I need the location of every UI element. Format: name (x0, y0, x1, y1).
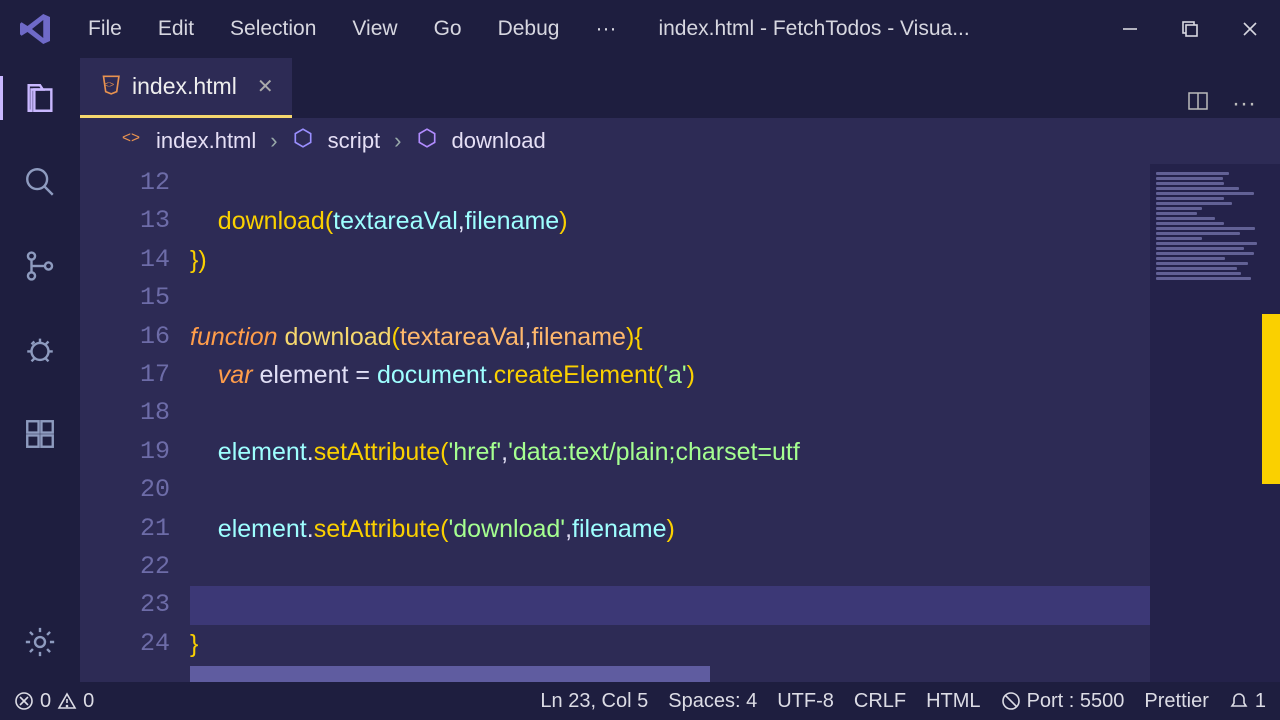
activity-bar (0, 58, 80, 682)
status-cursor[interactable]: Ln 23, Col 5 (540, 690, 648, 713)
menu-bar: FileEditSelectionViewGoDebug (70, 17, 577, 41)
tab-index-html[interactable]: <> index.html ✕ (80, 58, 292, 118)
minimize-button[interactable] (1100, 0, 1160, 58)
minimap[interactable] (1150, 164, 1280, 682)
html-file-icon: <> (120, 127, 142, 155)
menu-overflow-icon[interactable]: ··· (577, 17, 634, 41)
minimap-highlight (1262, 314, 1280, 484)
code-area[interactable]: download(textareaVal,filename)})function… (190, 164, 1150, 682)
line-gutter: 12131415161718192021222324 (80, 164, 190, 682)
tab-label: index.html (132, 73, 237, 100)
status-bar: 0 0 Ln 23, Col 5 Spaces: 4 UTF-8 CRLF HT… (0, 682, 1280, 720)
debug-icon[interactable] (18, 328, 62, 372)
menu-selection[interactable]: Selection (212, 17, 334, 41)
menu-file[interactable]: File (70, 17, 140, 41)
settings-gear-icon[interactable] (18, 620, 62, 664)
editor[interactable]: 12131415161718192021222324 download(text… (80, 164, 1280, 682)
main-pane: <> index.html ✕ ··· <> index.html › scri… (0, 58, 1280, 682)
editor-column: <> index.html ✕ ··· <> index.html › scri… (80, 58, 1280, 682)
status-formatter[interactable]: Prettier (1144, 690, 1208, 713)
window-controls (1100, 0, 1280, 58)
breadcrumb-file[interactable]: index.html (156, 128, 256, 154)
scrollbar-thumb[interactable] (190, 666, 710, 682)
source-control-icon[interactable] (18, 244, 62, 288)
tabs-row: <> index.html ✕ ··· (80, 58, 1280, 118)
status-liveserver[interactable]: Port : 5500 (1001, 690, 1125, 713)
search-icon[interactable] (18, 160, 62, 204)
split-editor-icon[interactable] (1186, 89, 1210, 118)
function-icon (416, 127, 438, 155)
close-icon[interactable]: ✕ (257, 74, 274, 99)
menu-view[interactable]: View (334, 17, 415, 41)
breadcrumb-seg2[interactable]: download (452, 128, 546, 154)
status-encoding[interactable]: UTF-8 (777, 690, 834, 713)
status-notifications[interactable]: 1 (1229, 690, 1266, 713)
more-actions-icon[interactable]: ··· (1232, 90, 1256, 118)
window-title: index.html - FetchTodos - Visua... (634, 17, 1100, 41)
horizontal-scrollbar[interactable] (190, 666, 1150, 682)
explorer-icon[interactable] (18, 76, 62, 120)
status-problems[interactable]: 0 0 (14, 690, 94, 713)
status-indent[interactable]: Spaces: 4 (668, 690, 757, 713)
menu-debug[interactable]: Debug (480, 17, 578, 41)
breadcrumb-seg1[interactable]: script (328, 128, 381, 154)
menu-go[interactable]: Go (416, 17, 480, 41)
title-bar: FileEditSelectionViewGoDebug ··· index.h… (0, 0, 1280, 58)
svg-text:<>: <> (122, 129, 140, 146)
html-file-icon: <> (98, 73, 120, 100)
menu-edit[interactable]: Edit (140, 17, 212, 41)
extensions-icon[interactable] (18, 412, 62, 456)
breadcrumb[interactable]: <> index.html › script › download (80, 118, 1280, 164)
maximize-button[interactable] (1160, 0, 1220, 58)
status-eol[interactable]: CRLF (854, 690, 906, 713)
svg-text:<>: <> (104, 79, 114, 89)
close-button[interactable] (1220, 0, 1280, 58)
status-language[interactable]: HTML (926, 690, 980, 713)
module-icon (292, 127, 314, 155)
vscode-logo-icon (0, 11, 70, 47)
